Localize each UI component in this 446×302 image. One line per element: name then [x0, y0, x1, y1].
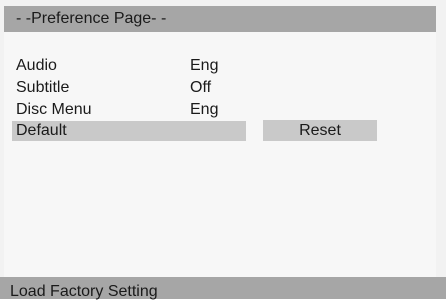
menu-item-label: Default	[16, 122, 67, 139]
reset-button[interactable]: Reset	[263, 120, 377, 141]
preference-page-screen: - -Preference Page- - Audio Eng Subtitle…	[0, 0, 446, 300]
menu-item-value: Off	[190, 79, 212, 96]
menu-item-value: Eng	[190, 57, 219, 74]
menu-item-audio[interactable]: Audio Eng	[12, 56, 252, 76]
status-text: Load Factory Setting	[10, 283, 158, 300]
menu-item-label: Subtitle	[16, 79, 70, 96]
menu-item-subtitle[interactable]: Subtitle Off	[12, 78, 252, 98]
menu-item-label: Audio	[16, 57, 57, 74]
menu-item-default[interactable]: Default	[12, 121, 246, 141]
status-bar: Load Factory Setting	[0, 277, 446, 300]
menu-panel: Audio Eng Subtitle Off Disc Menu Eng Def…	[4, 32, 436, 277]
title-bar: - -Preference Page- -	[4, 6, 436, 32]
menu-item-label: Disc Menu	[16, 101, 92, 118]
menu-item-disc-menu[interactable]: Disc Menu Eng	[12, 100, 252, 120]
menu-item-value: Eng	[190, 101, 219, 118]
page-title: - -Preference Page- -	[16, 10, 167, 27]
